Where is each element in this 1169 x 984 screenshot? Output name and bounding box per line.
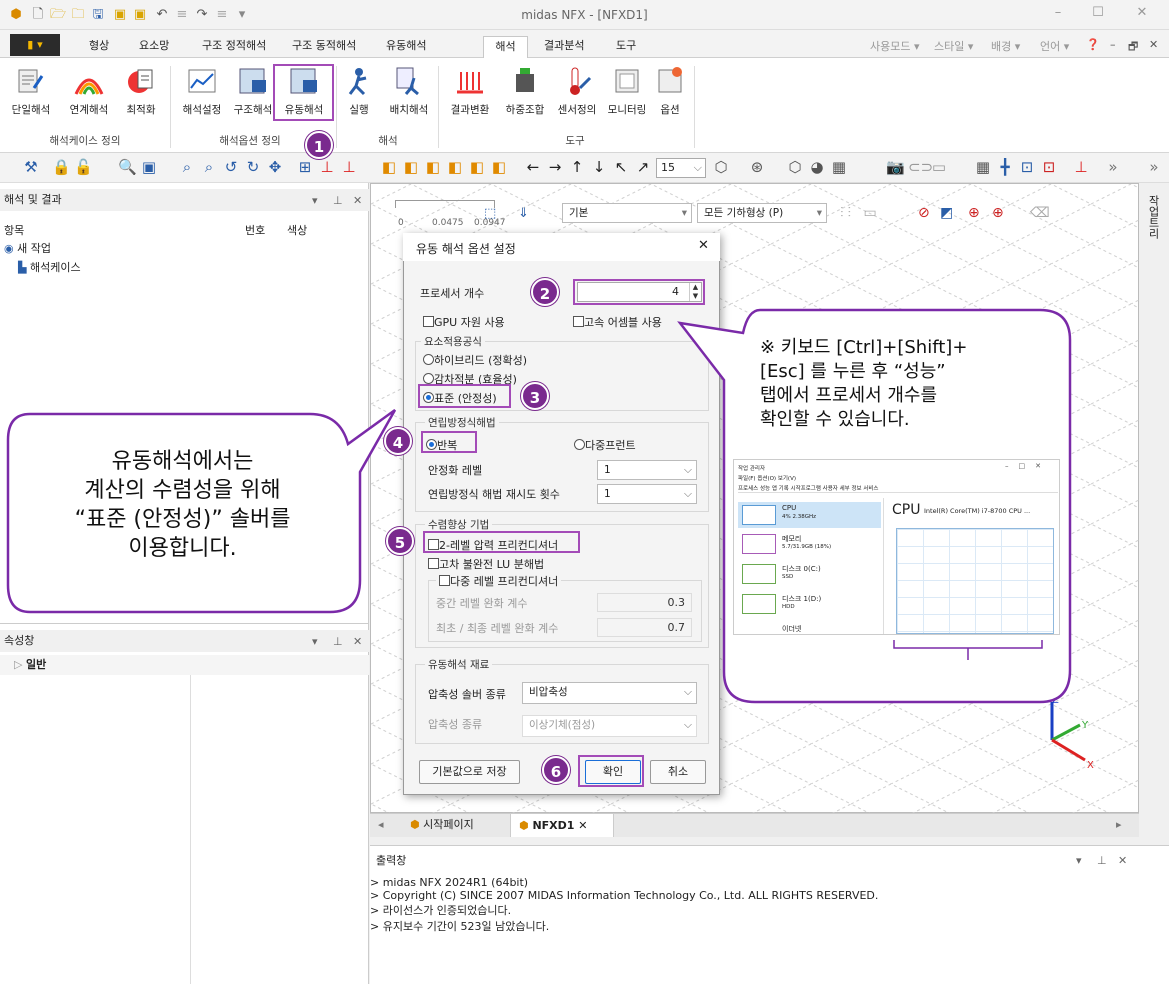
tm-cpu-heading: CPU [892,502,921,518]
tm-cpu-name: Intel(R) Core(TM) i7-8700 CPU ... [924,507,1031,515]
tm-mem-thumb [742,534,776,554]
tm-cpu-thumb [742,505,776,525]
step-badge-1: 1 [305,131,333,159]
tm-disk1-thumb [742,594,776,614]
tm-menu: 파일(F) 옵션(O) 보기(V) [738,476,796,482]
tm-cpu-graphs [896,528,1054,634]
tm-disk1-item: 디스크 1(D:) [782,595,822,603]
step-badge-3: 3 [521,382,549,410]
tm-disk0-item: 디스크 0(C:) [782,565,821,573]
tm-bracket [893,640,1043,660]
tm-cpu-sub: 4% 2.38GHz [782,514,817,520]
step-badge-2: 2 [531,278,559,306]
tm-tabs: 프로세스 성능 앱 기록 시작프로그램 사용자 세부 정보 서비스 [738,484,1058,493]
tm-disk1-sub: HDD [782,604,795,610]
left-callout-text: 유동해석에서는 계산의 수렴성을 위해 “표준 (안정성)” 솔버를 이용합니다… [74,449,291,561]
tm-cpu-item: CPU [782,504,797,512]
right-callout-text: ※ 키보드 [Ctrl]+[Shift]+ [Esc] 를 누른 후 “성능” … [760,337,968,430]
tm-mem-item: 메모리 [782,535,802,543]
tm-disk0-thumb [742,564,776,584]
step-badge-6: 6 [542,756,570,784]
tm-disk0-sub: SSD [782,574,794,580]
tm-window-buttons: –□✕ [1005,462,1051,470]
tm-mem-sub: 5.7/31.9GB (18%) [782,544,832,550]
tm-eth-item: 이더넷 [782,625,802,633]
step-badge-4: 4 [384,427,412,455]
tm-title: 작업 관리자 [738,466,766,472]
task-manager-screenshot: 작업 관리자 –□✕ 파일(F) 옵션(O) 보기(V) 프로세스 성능 앱 기… [733,459,1060,635]
step-badge-5: 5 [386,527,414,555]
